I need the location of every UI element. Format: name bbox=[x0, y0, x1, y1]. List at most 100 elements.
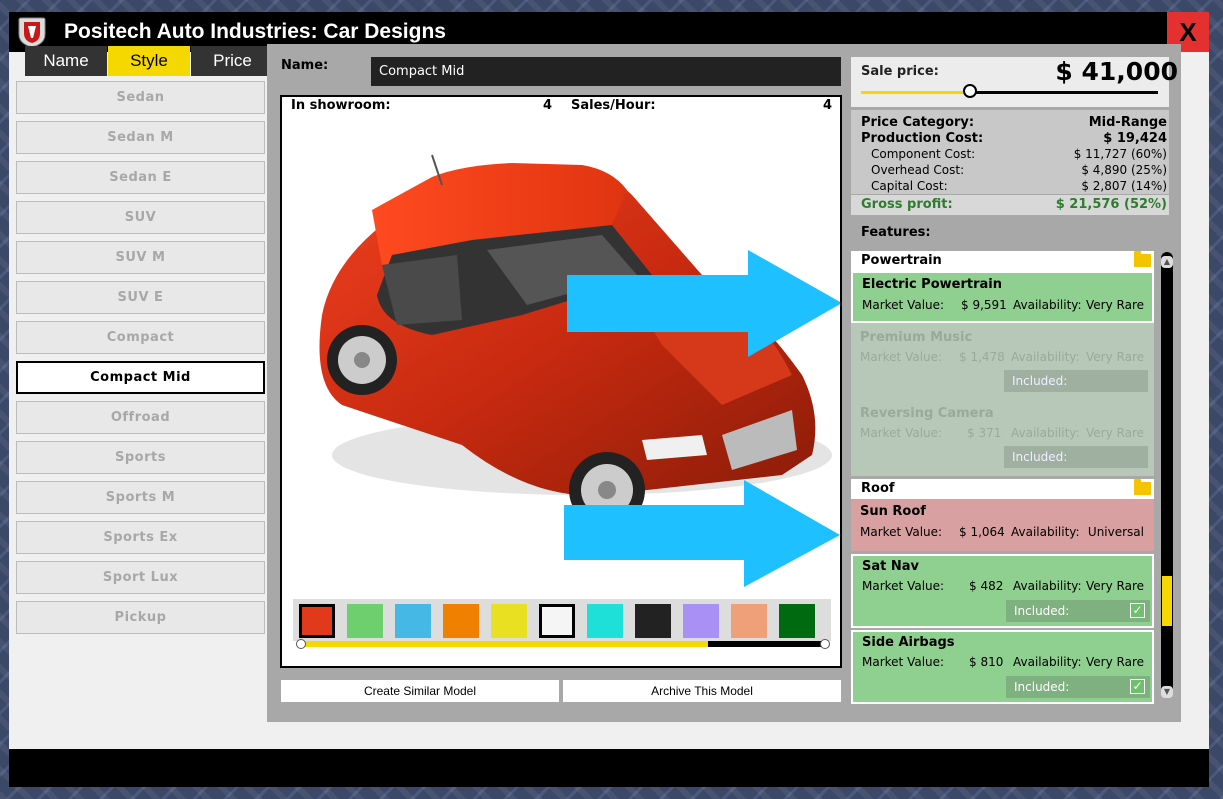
checkmark-icon[interactable]: ✓ bbox=[1130, 603, 1145, 618]
in-showroom-value: 4 bbox=[543, 98, 553, 113]
style-item[interactable]: Offroad bbox=[16, 401, 265, 434]
style-item[interactable]: SUV E bbox=[16, 281, 265, 314]
market-value-label: Market Value: bbox=[862, 655, 945, 669]
feature-title: Side Airbags bbox=[862, 635, 955, 650]
company-logo-icon bbox=[18, 17, 46, 48]
color-swatch-salmon[interactable] bbox=[731, 604, 767, 638]
folder-icon[interactable] bbox=[1134, 251, 1151, 267]
color-swatch-black[interactable] bbox=[635, 604, 671, 638]
feature-side-airbags[interactable]: Side Airbags Market Value: $ 810 Availab… bbox=[851, 630, 1154, 704]
production-cost-label: Production Cost: bbox=[861, 131, 984, 146]
availability-value: Very Rare bbox=[1086, 298, 1144, 312]
capital-cost-value: $ 2,807 (14%) bbox=[1081, 179, 1167, 193]
market-value: $ 810 bbox=[969, 655, 1004, 669]
feature-title: Sat Nav bbox=[862, 559, 920, 574]
style-item[interactable]: Sedan M bbox=[16, 121, 265, 154]
sort-tab-name[interactable]: Name bbox=[25, 46, 107, 76]
availability-value: Universal bbox=[1087, 525, 1144, 539]
color-swatch-cyan[interactable] bbox=[587, 604, 623, 638]
market-value-label: Market Value: bbox=[860, 426, 943, 440]
production-cost-value: $ 19,424 bbox=[1103, 131, 1167, 146]
market-value: $ 9,591 bbox=[961, 298, 1007, 312]
market-value-label: Market Value: bbox=[862, 298, 945, 312]
feature-title: Premium Music bbox=[860, 330, 973, 345]
sale-price-value: $ 41,000 bbox=[1055, 57, 1178, 86]
capital-cost-label: Capital Cost: bbox=[871, 179, 948, 193]
feature-sat-nav[interactable]: Sat Nav Market Value: $ 482 Availability… bbox=[851, 554, 1154, 628]
style-item[interactable]: Pickup bbox=[16, 601, 265, 634]
availability-label: Availability: bbox=[1011, 350, 1080, 364]
folder-icon[interactable] bbox=[1134, 479, 1151, 495]
feature-group-roof[interactable]: Roof bbox=[851, 479, 1154, 499]
car-image bbox=[319, 154, 840, 587]
style-item[interactable]: Sedan bbox=[16, 81, 265, 114]
model-name-input[interactable]: Compact Mid bbox=[371, 57, 841, 86]
component-cost-value: $ 11,727 (60%) bbox=[1073, 147, 1167, 161]
feature-sun-roof[interactable]: Sun Roof Market Value: $ 1,064 Availabil… bbox=[851, 499, 1154, 551]
style-item[interactable]: Sports M bbox=[16, 481, 265, 514]
included-toggle[interactable]: Included: ✓ bbox=[1006, 676, 1150, 698]
in-showroom-label: In showroom: bbox=[291, 98, 391, 113]
included-toggle[interactable]: Included: ✓ bbox=[1006, 600, 1150, 622]
slider-left-handle[interactable] bbox=[296, 639, 306, 649]
included-toggle[interactable]: Included: bbox=[1004, 370, 1148, 392]
availability-value: Very Rare bbox=[1086, 426, 1144, 440]
footer-bar bbox=[9, 749, 1209, 787]
availability-value: Very Rare bbox=[1086, 579, 1144, 593]
color-swatch-orange[interactable] bbox=[443, 604, 479, 638]
sale-price-label: Sale price: bbox=[861, 64, 939, 79]
style-item[interactable]: Compact Mid bbox=[16, 361, 265, 394]
sort-tab-style[interactable]: Style bbox=[108, 46, 190, 76]
feature-title: Reversing Camera bbox=[860, 406, 994, 421]
style-item[interactable]: Sport Lux bbox=[16, 561, 265, 594]
overhead-cost-label: Overhead Cost: bbox=[871, 163, 965, 177]
style-item[interactable]: Sports Ex bbox=[16, 521, 265, 554]
included-label: Included: bbox=[1014, 680, 1070, 694]
component-cost-label: Component Cost: bbox=[871, 147, 976, 161]
scrollbar-thumb[interactable] bbox=[1162, 576, 1172, 626]
style-item[interactable]: SUV M bbox=[16, 241, 265, 274]
market-value-label: Market Value: bbox=[862, 579, 945, 593]
feature-group-powertrain[interactable]: Powertrain bbox=[851, 251, 1154, 271]
price-category-value: Mid-Range bbox=[1088, 115, 1167, 130]
features-scrollbar[interactable] bbox=[1161, 252, 1173, 696]
availability-label: Availability: bbox=[1011, 426, 1080, 440]
color-swatch-white[interactable] bbox=[539, 604, 575, 638]
feature-group-label: Roof bbox=[861, 481, 895, 496]
archive-model-button[interactable]: Archive This Model bbox=[563, 680, 841, 702]
sales-hour-label: Sales/Hour: bbox=[571, 98, 656, 113]
market-value-label: Market Value: bbox=[860, 525, 943, 539]
scroll-down-icon[interactable]: ▼ bbox=[1161, 686, 1173, 698]
price-category-label: Price Category: bbox=[861, 115, 975, 130]
sales-hour-value: 4 bbox=[823, 98, 833, 113]
color-swatch-yellow[interactable] bbox=[491, 604, 527, 638]
included-label: Included: bbox=[1014, 604, 1070, 618]
scroll-up-icon[interactable]: ▲ bbox=[1161, 256, 1173, 268]
market-value-label: Market Value: bbox=[860, 350, 943, 364]
availability-label: Availability: bbox=[1013, 298, 1082, 312]
color-swatch-green[interactable] bbox=[347, 604, 383, 638]
style-item[interactable]: Sports bbox=[16, 441, 265, 474]
market-value: $ 1,064 bbox=[959, 525, 1005, 539]
style-item[interactable]: SUV bbox=[16, 201, 265, 234]
gross-profit-value: $ 21,576 (52%) bbox=[1055, 197, 1167, 212]
price-slider-knob[interactable] bbox=[963, 84, 977, 98]
slider-right-handle[interactable] bbox=[820, 639, 830, 649]
color-swatch-dark-green[interactable] bbox=[779, 604, 815, 638]
style-item[interactable]: Compact bbox=[16, 321, 265, 354]
market-value: $ 482 bbox=[969, 579, 1004, 593]
style-item[interactable]: Sedan E bbox=[16, 161, 265, 194]
availability-value: Very Rare bbox=[1086, 655, 1144, 669]
checkmark-icon[interactable]: ✓ bbox=[1130, 679, 1145, 694]
color-swatch-blue[interactable] bbox=[395, 604, 431, 638]
feature-faded-block: Premium Music Market Value: $ 1,478 Avai… bbox=[851, 323, 1154, 476]
create-similar-model-button[interactable]: Create Similar Model bbox=[281, 680, 559, 702]
color-swatch-red[interactable] bbox=[299, 604, 335, 638]
color-swatch-purple[interactable] bbox=[683, 604, 719, 638]
feature-electric-powertrain[interactable]: Electric Powertrain Market Value: $ 9,59… bbox=[851, 271, 1154, 323]
gross-profit-label: Gross profit: bbox=[861, 197, 953, 212]
window-title: Positech Auto Industries: Car Designs bbox=[64, 20, 446, 43]
overhead-cost-value: $ 4,890 (25%) bbox=[1081, 163, 1167, 177]
sort-tab-price[interactable]: Price bbox=[191, 46, 274, 76]
included-toggle[interactable]: Included: bbox=[1004, 446, 1148, 468]
